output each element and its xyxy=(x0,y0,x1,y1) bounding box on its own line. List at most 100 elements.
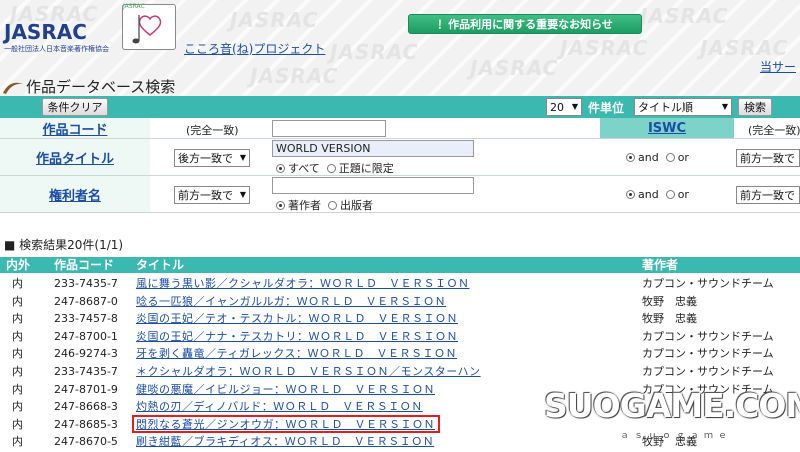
row-author: 牧野 忠義 xyxy=(642,312,697,326)
row-uchi: 内 xyxy=(12,294,23,308)
work-code-label[interactable]: 作品コード xyxy=(42,119,107,138)
radio-publisher[interactable] xyxy=(328,201,337,210)
rights-logic-group: and or xyxy=(626,188,689,201)
row-title-link[interactable]: 健啖の悪魔／イビルジョー：ＷＯＲＬＤ ＶＥＲＳＩＯＮ xyxy=(136,381,435,398)
sort-order-select[interactable]: タイトル順 ▼ xyxy=(634,98,732,116)
rights-or-label: or xyxy=(677,188,689,201)
title-logic-group: and or xyxy=(626,151,689,164)
title-match-select[interactable]: 後方一致で ▼ xyxy=(174,149,250,167)
row-code: 233-7435-7 xyxy=(54,277,118,290)
page-title: 作品データベース検索 xyxy=(2,76,175,97)
row-author: カプコン・サウンドチーム xyxy=(642,329,774,343)
table-row: 内 247-8687-0 唸る一匹狼／イャンガルルガ：ＷＯＲＬＤ ＶＥＲＳＩＯＮ… xyxy=(0,293,800,311)
clear-conditions-button[interactable]: 条件クリア xyxy=(42,98,108,116)
heart-note-icon xyxy=(132,15,162,44)
title-match2-select[interactable]: 前方一致で xyxy=(736,149,800,167)
row-uchi: 内 xyxy=(12,312,23,326)
kokoro-logo-tag: JASRAC xyxy=(123,3,145,10)
table-row: 内 246-9274-3 牙を剥く轟竜／ティガレックス：ＷＯＲＬＤ ＶＥＲＳＩＯ… xyxy=(0,345,800,363)
row-uchi: 内 xyxy=(12,277,23,290)
sort-order-value: タイトル順 xyxy=(638,101,693,114)
jasrac-logo[interactable]: JASRAC xyxy=(4,20,87,44)
title-scope-group: すべて 正題に限定 xyxy=(276,160,394,176)
rights-author-label: 著作者 xyxy=(288,199,321,212)
row-code: 247-8701-9 xyxy=(54,382,118,396)
rights-match2-select[interactable]: 前方一致で xyxy=(736,186,800,204)
chevron-down-icon: ▼ xyxy=(721,102,728,111)
row-title-link[interactable]: 炎国の王妃／ナナ・テスカトリ：ＷＯＲＬＤ ＶＥＲＳＩＯＮ xyxy=(136,328,458,345)
row-title-link[interactable]: 灼熱の刃／ディノバルド：ＷＯＲＬＤ ＶＥＲＳＩＯＮ xyxy=(136,398,423,415)
radio-or[interactable] xyxy=(665,153,675,162)
radio-or[interactable] xyxy=(665,190,675,199)
rights-and-label: and xyxy=(638,188,659,201)
row-code: 247-8700-1 xyxy=(54,329,118,343)
row-divider xyxy=(0,212,800,213)
table-row: 内 233-7457-8 炎国の王妃／テオ・テスカトル：ＷＯＲＬＤ ＶＥＲＳＩＯ… xyxy=(0,310,800,328)
work-title-input[interactable]: WORLD VERSION xyxy=(272,140,474,157)
col-code: 作品コード xyxy=(54,258,115,272)
row-divider xyxy=(0,175,800,176)
table-row: 内 233-7435-7 ＊クシャルダオラ：ＷＯＲＬＤ ＶＥＲＳＩＯＮ／モンスタ… xyxy=(0,363,800,381)
rights-holder-input[interactable] xyxy=(272,177,474,194)
work-code-mode: (完全一致) xyxy=(186,124,239,137)
iswc-mode: (完全一致) xyxy=(748,124,800,137)
work-title-label[interactable]: 作品タイトル xyxy=(36,148,114,167)
site-watermark: SUOGAME.COM xyxy=(544,386,800,425)
results-table-header: 内外 作品コード タイトル 著作者 xyxy=(0,257,800,273)
rights-publisher-label: 出版者 xyxy=(340,199,373,212)
jasrac-logo-subtitle: 一般社団法人日本音楽著作権協会 xyxy=(4,45,109,53)
row-uchi: 内 xyxy=(12,347,23,361)
row-code: 246-9274-3 xyxy=(54,347,118,361)
swoosh-icon xyxy=(3,82,23,94)
col-uchi: 内外 xyxy=(6,258,31,272)
chevron-down-icon: ▼ xyxy=(239,153,246,162)
title-scope-all-label: すべて xyxy=(288,162,320,175)
per-page-value: 20 xyxy=(550,100,564,114)
row-uchi: 内 xyxy=(12,435,23,449)
row-code: 247-8668-3 xyxy=(54,400,118,414)
row-title-link[interactable]: 唸る一匹狼／イャンガルルガ：ＷＯＲＬＤ ＶＥＲＳＩＯＮ xyxy=(136,293,446,310)
col-author: 著作者 xyxy=(642,258,679,272)
search-button[interactable]: 検索 xyxy=(738,98,772,116)
row-title-link[interactable]: 炎国の王妃／テオ・テスカトル：ＷＯＲＬＤ ＶＥＲＳＩＯＮ xyxy=(136,310,458,327)
row-title-link[interactable]: ＊クシャルダオラ：ＷＯＲＬＤ ＶＥＲＳＩＯＮ／モンスターハン xyxy=(136,363,481,380)
row-uchi: 内 xyxy=(12,329,23,343)
work-title-label-cell: 作品タイトル xyxy=(0,139,150,175)
row-code: 233-7435-7 xyxy=(54,365,118,378)
row-title-link[interactable]: 刷き紺藍／ブラキディオス：ＷＯＲＬＤ ＶＥＲＳＩＯＮ xyxy=(136,433,434,450)
row-uchi: 内 xyxy=(12,365,23,378)
row-author: カプコン・サウンドチーム xyxy=(642,347,774,361)
rights-match2-value: 前方一致で xyxy=(740,189,795,202)
row-author: 牧野 忠義 xyxy=(642,294,697,308)
iswc-label[interactable]: ISWC xyxy=(648,121,686,136)
highlight-box xyxy=(132,415,440,433)
rights-holder-label[interactable]: 権利者名 xyxy=(49,185,101,204)
title-match-value: 後方一致で xyxy=(178,152,233,165)
site-watermark-sub: ａｓｕｏｇａｍｅ xyxy=(620,431,733,441)
radio-and[interactable] xyxy=(626,190,635,199)
important-notice-button[interactable]: ！作品利用に関する重要なお知らせ xyxy=(408,14,642,34)
rights-match-value: 前方一致で xyxy=(178,189,233,202)
rights-match-select[interactable]: 前方一致で ▼ xyxy=(174,186,250,204)
chevron-down-icon: ▼ xyxy=(239,190,246,199)
work-code-input[interactable] xyxy=(272,120,386,137)
per-page-select[interactable]: 20 ▼ xyxy=(546,98,582,116)
row-uchi: 内 xyxy=(12,417,23,431)
per-page-label: 件単位 xyxy=(588,101,625,115)
radio-and[interactable] xyxy=(626,153,635,162)
kokoro-project-link[interactable]: こころ音(ね)プロジェクト xyxy=(184,40,325,57)
row-title-link[interactable]: 牙を剥く轟竜／ティガレックス：ＷＯＲＬＤ ＶＥＲＳＩＯＮ xyxy=(136,345,457,362)
radio-main-title[interactable] xyxy=(326,164,336,173)
rights-role-group: 著作者 出版者 xyxy=(276,197,373,213)
row-title-link[interactable]: 風に舞う黒い影／クシャルダオラ：ＷＯＲＬＤ ＶＥＲＳＩＯＮ xyxy=(136,275,470,292)
radio-author[interactable] xyxy=(276,201,285,210)
title-scope-main-label: 正題に限定 xyxy=(338,162,394,175)
kokoro-logo[interactable]: JASRAC xyxy=(122,3,176,50)
row-divider xyxy=(0,138,800,139)
radio-all[interactable] xyxy=(276,164,285,173)
work-title-value: WORLD VERSION xyxy=(276,142,371,155)
row-code: 247-8670-5 xyxy=(54,435,118,449)
row-uchi: 内 xyxy=(12,400,23,414)
row-author: カプコン・サウンドチーム xyxy=(642,365,774,378)
site-link[interactable]: 当サー xyxy=(760,58,796,75)
